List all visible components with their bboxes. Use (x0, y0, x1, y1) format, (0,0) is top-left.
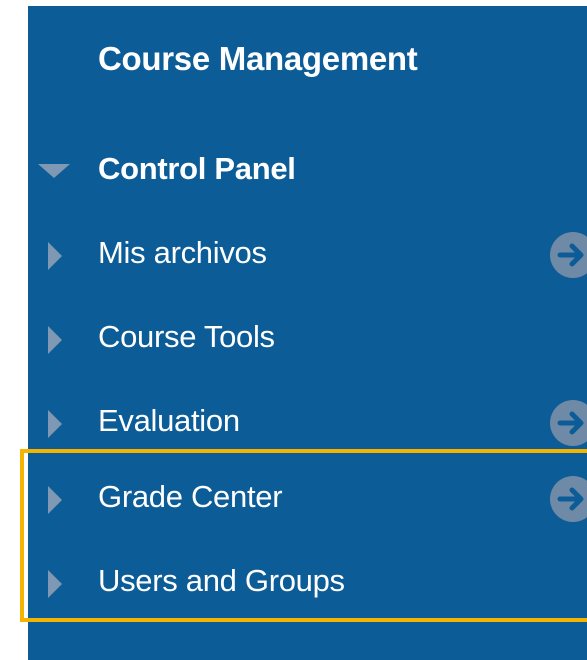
menu-item-mis-archivos[interactable]: Mis archivos (28, 214, 587, 298)
menu-item-control-panel[interactable]: Control Panel (28, 130, 587, 214)
menu-item-grade-center[interactable]: Grade Center (28, 458, 587, 542)
course-management-panel: Course Management Control Panel Mis arch… (28, 6, 587, 660)
menu-item-label: Course Tools (98, 319, 275, 354)
triangle-right-icon[interactable] (48, 410, 62, 438)
triangle-right-icon[interactable] (48, 326, 62, 354)
menu-item-evaluation[interactable]: Evaluation (28, 382, 587, 466)
arrow-circle-right-icon[interactable] (550, 476, 587, 522)
menu-item-label: Control Panel (98, 151, 296, 186)
menu-item-users-and-groups[interactable]: Users and Groups (28, 542, 587, 626)
menu-item-label: Evaluation (98, 403, 240, 438)
menu-item-course-tools[interactable]: Course Tools (28, 298, 587, 382)
panel-title: Course Management (98, 40, 418, 77)
menu-item-label: Mis archivos (98, 235, 267, 270)
menu-item-partial[interactable] (28, 636, 587, 660)
triangle-down-icon[interactable] (38, 164, 70, 178)
menu-item-label: Grade Center (98, 479, 283, 514)
triangle-right-icon[interactable] (48, 486, 62, 514)
arrow-circle-right-icon[interactable] (550, 400, 587, 446)
triangle-right-icon[interactable] (48, 242, 62, 270)
menu-item-label: Users and Groups (98, 563, 345, 598)
arrow-circle-right-icon[interactable] (550, 232, 587, 278)
triangle-right-icon[interactable] (48, 570, 62, 598)
